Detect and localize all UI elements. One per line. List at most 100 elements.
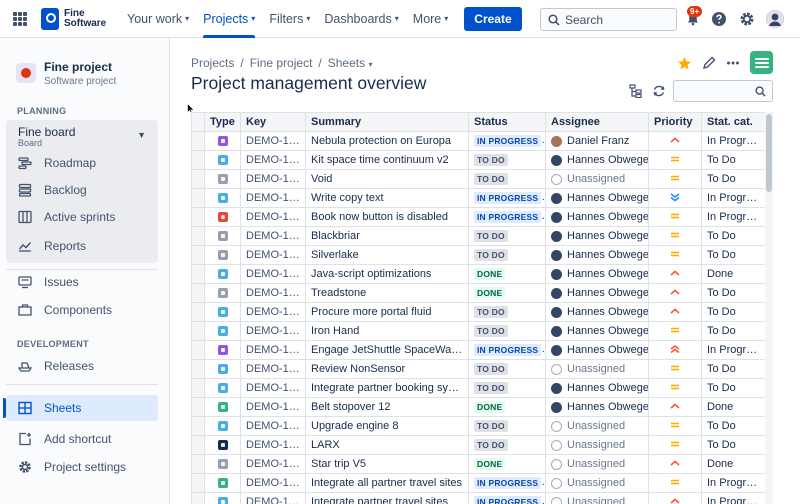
row-handle[interactable] [191,359,205,379]
status-category-cell[interactable]: To Do [701,416,765,436]
table-row[interactable]: DEMO-159 Iron Hand TO DO Hannes Obweger To D… [191,321,765,341]
nav-more[interactable]: More ▾ [413,0,449,38]
row-handle[interactable] [191,245,205,265]
table-row[interactable]: DEMO-165 Belt stopover 12 DONE Hannes Obweg… [191,397,765,417]
key-cell[interactable]: DEMO-160 [240,245,306,265]
table-row[interactable]: DEMO-157 Write copy text IN PROGRESS Hannes… [191,188,765,208]
status-category-cell[interactable]: To Do [701,378,765,398]
column-header-assignee[interactable]: Assignee [545,112,649,132]
sidebar-item-releases[interactable]: Releases [6,353,158,379]
status-category-cell[interactable]: In Progress [701,207,765,227]
search-input[interactable] [565,12,665,27]
status-category-cell[interactable]: In Progress [701,492,765,504]
key-cell[interactable]: DEMO-163 [240,435,306,455]
key-cell[interactable]: DEMO-155 [240,359,306,379]
table-row[interactable]: DEMO-175 Void TO DO Unassigned To Do [191,169,765,189]
priority-cell[interactable] [648,264,702,284]
status-cell[interactable]: TO DO [468,150,546,170]
type-cell[interactable] [204,188,241,208]
table-row[interactable]: DEMO-106 Book now button is disabled IN PR… [191,207,765,227]
column-header-key[interactable]: Key [240,112,306,132]
assignee-cell[interactable]: Unassigned [545,169,649,189]
priority-cell[interactable] [648,340,702,360]
row-handle[interactable] [191,283,205,303]
fine-software-logo[interactable]: Fine Software [41,7,106,30]
type-cell[interactable] [204,397,241,417]
table-row[interactable]: DEMO-152 Integrate partner booking system… [191,378,765,398]
assignee-cell[interactable]: Hannes Obweger [545,378,649,398]
type-cell[interactable] [204,492,241,504]
status-category-cell[interactable]: In Progress [701,473,765,493]
priority-cell[interactable] [648,454,702,474]
key-cell[interactable]: DEMO-106 [240,207,306,227]
assignee-cell[interactable]: Hannes Obweger [545,245,649,265]
type-cell[interactable] [204,378,241,398]
type-cell[interactable] [204,359,241,379]
assignee-cell[interactable]: Hannes Obweger [545,321,649,341]
type-cell[interactable] [204,454,241,474]
key-cell[interactable]: DEMO-102 [240,473,306,493]
summary-cell[interactable]: Belt stopover 12 [305,397,469,417]
key-cell[interactable]: DEMO-174 [240,416,306,436]
priority-cell[interactable] [648,150,702,170]
status-cell[interactable]: TO DO [468,302,546,322]
priority-cell[interactable] [648,359,702,379]
status-category-cell[interactable]: To Do [701,245,765,265]
table-row[interactable]: DEMO-156 Procure more portal fluid TO DO Ha… [191,302,765,322]
status-cell[interactable]: IN PROGRESS [468,207,546,227]
row-handle[interactable] [191,264,205,284]
key-cell[interactable]: DEMO-140 [240,131,306,151]
project-header[interactable]: Fine project Software project [16,60,116,87]
type-cell[interactable] [204,131,241,151]
key-cell[interactable]: DEMO-119 [240,492,306,504]
assignee-cell[interactable]: Hannes Obweger [545,264,649,284]
assignee-cell[interactable]: Hannes Obweger [545,188,649,208]
table-row[interactable]: DEMO-100 Java-script optimizations DONE Han… [191,264,765,284]
row-handle[interactable] [191,435,205,455]
key-cell[interactable]: DEMO-159 [240,321,306,341]
summary-cell[interactable]: LARX [305,435,469,455]
assignee-cell[interactable]: Unassigned [545,359,649,379]
type-cell[interactable] [204,245,241,265]
status-cell[interactable]: IN PROGRESS [468,492,546,504]
priority-cell[interactable] [648,492,702,504]
row-handle[interactable] [191,150,205,170]
assignee-cell[interactable]: Unassigned [545,416,649,436]
column-header-status-category[interactable]: Stat. cat. [701,112,765,132]
priority-cell[interactable] [648,416,702,436]
sidebar-item-project-settings[interactable]: Project settings [6,454,158,480]
nav-projects[interactable]: Projects ▾ [203,0,256,38]
user-avatar[interactable] [766,10,784,28]
row-handle[interactable] [191,207,205,227]
priority-cell[interactable] [648,207,702,227]
star-button[interactable] [675,54,693,72]
type-cell[interactable] [204,264,241,284]
nav-your-work[interactable]: Your work ▾ [127,0,189,38]
row-handle[interactable] [191,454,205,474]
global-search[interactable] [540,8,677,31]
status-category-cell[interactable]: Done [701,397,765,417]
status-cell[interactable]: TO DO [468,321,546,341]
sidebar-item-backlog[interactable]: Backlog [6,177,158,203]
priority-cell[interactable] [648,283,702,303]
status-cell[interactable]: TO DO [468,245,546,265]
settings-button[interactable] [738,10,756,28]
table-row[interactable]: DEMO-161 Blackbriar TO DO Hannes Obweger To … [191,226,765,246]
assignee-cell[interactable]: Unassigned [545,454,649,474]
status-cell[interactable]: TO DO [468,435,546,455]
status-cell[interactable]: DONE [468,264,546,284]
key-cell[interactable]: DEMO-175 [240,169,306,189]
status-category-cell[interactable]: In Progress [701,340,765,360]
row-handle[interactable] [191,492,205,504]
status-category-cell[interactable]: To Do [701,435,765,455]
key-cell[interactable]: DEMO-156 [240,302,306,322]
row-handle[interactable] [191,302,205,322]
refresh-button[interactable] [650,82,668,100]
summary-cell[interactable]: Integrate partner travel sites [305,492,469,504]
priority-cell[interactable] [648,473,702,493]
priority-cell[interactable] [648,245,702,265]
status-cell[interactable]: IN PROGRESS [468,473,546,493]
table-row[interactable]: DEMO-150Engage JetShuttle SpaceWays for … [191,340,765,360]
type-cell[interactable] [204,435,241,455]
sidebar-item-add-shortcut[interactable]: Add shortcut [6,426,158,452]
